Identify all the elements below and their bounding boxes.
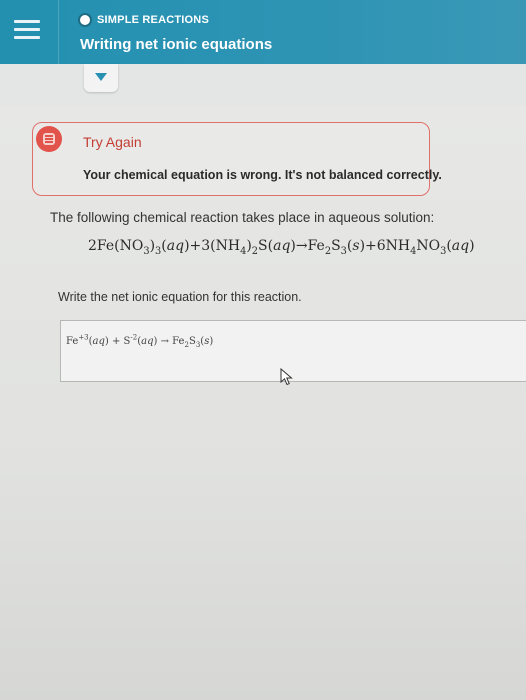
top-header <box>0 0 526 64</box>
answer-value-text: Fe+3(aq) + S-2(aq) → Fe2S3(s) <box>66 334 214 350</box>
topic-dot-icon <box>80 15 90 25</box>
page-title: Writing net ionic equations <box>80 36 273 53</box>
answer-value[interactable]: Fe+3(aq) + S-2(aq) → Fe2S3(s) <box>66 334 213 349</box>
header-divider <box>58 0 59 64</box>
menu-icon[interactable] <box>14 20 40 42</box>
alert-title: Try Again <box>83 134 142 150</box>
question-instruction: Write the net ionic equation for this re… <box>58 290 302 304</box>
topic-label: SIMPLE REACTIONS <box>97 14 209 26</box>
sub-bar <box>0 64 526 106</box>
expand-dropdown-button[interactable] <box>84 64 118 92</box>
alert-message: Your chemical equation is wrong. It's no… <box>83 168 442 182</box>
chemical-equation: 2Fe(NO3)3(aq)+3(NH4)2S(aq)→Fe2S3(s)+6NH4… <box>88 238 475 257</box>
mouse-cursor-icon <box>280 368 293 386</box>
topic-row: SIMPLE REACTIONS <box>80 14 209 26</box>
alert-feedback-icon <box>36 126 62 152</box>
chevron-down-icon <box>95 73 107 81</box>
chemical-equation-text: 2Fe(NO3)3(aq)+3(NH4)2S(aq)→Fe2S3(s)+6NH4… <box>88 238 475 257</box>
question-intro: The following chemical reaction takes pl… <box>50 210 435 225</box>
